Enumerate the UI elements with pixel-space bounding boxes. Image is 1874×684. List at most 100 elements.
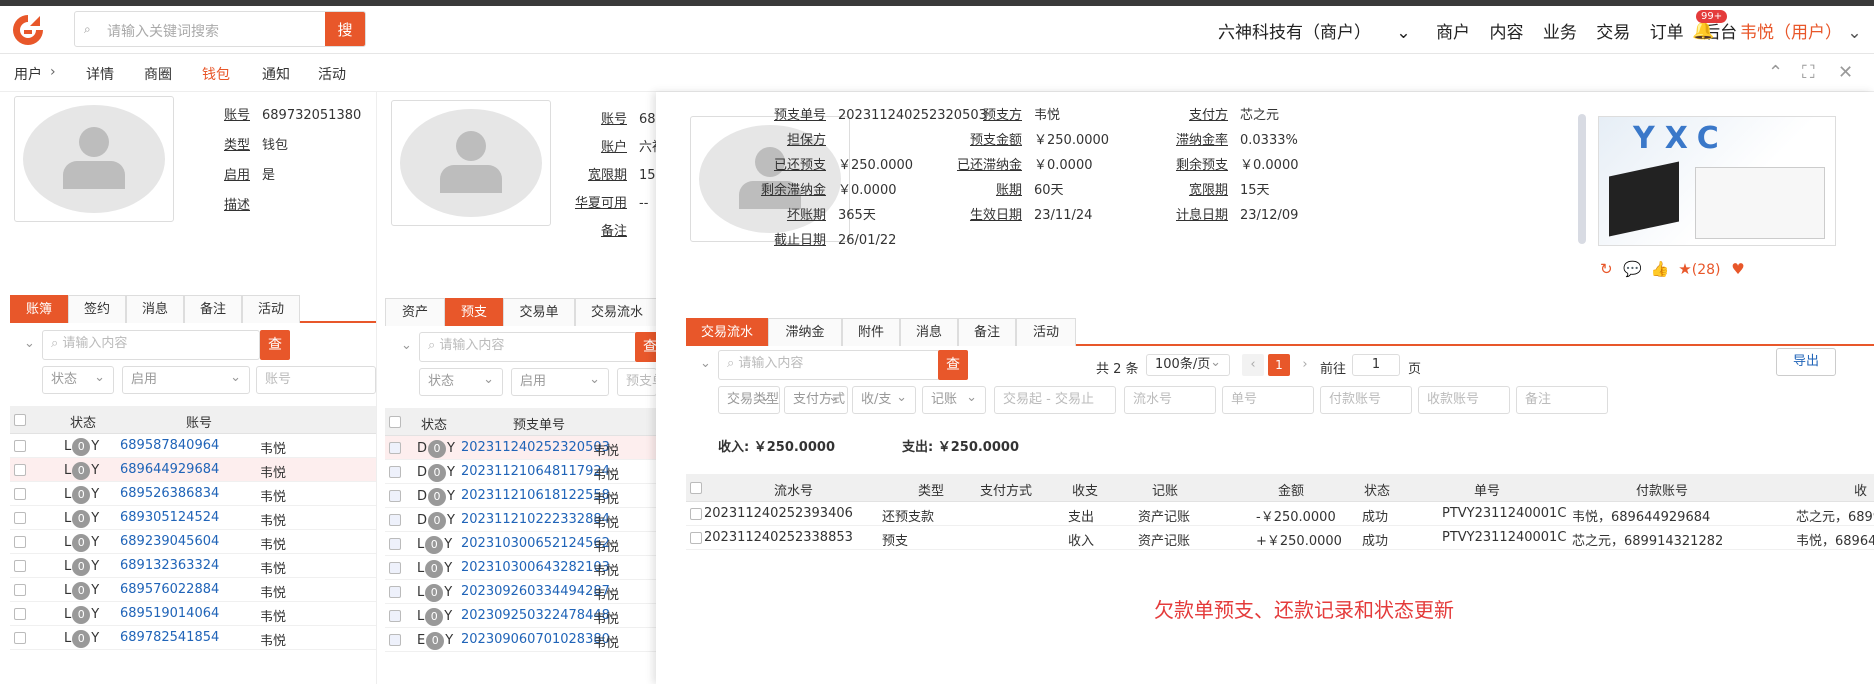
tab-asset[interactable]: 资产	[385, 298, 445, 326]
prev-page-icon[interactable]: ‹	[1242, 354, 1264, 376]
flow-filter-2[interactable]: 收/支	[852, 386, 916, 414]
detail-scrollbar[interactable]	[1578, 114, 1586, 244]
table-row[interactable]: L 0 Y 689519014064 韦悦	[10, 602, 376, 626]
refresh-icon[interactable]: ↻	[1600, 260, 1613, 278]
current-page[interactable]: 1	[1268, 354, 1290, 376]
tab-wallet[interactable]: 钱包	[202, 64, 230, 84]
table-row[interactable]: L 0 Y 689132363324 韦悦	[10, 554, 376, 578]
advance-no-link[interactable]: 202310300643282103	[461, 560, 610, 575]
tab-message[interactable]: 消息	[900, 318, 958, 346]
product-image[interactable]: YXC	[1598, 116, 1836, 246]
select-all-checkbox[interactable]	[690, 482, 702, 494]
table-row[interactable]: L 0 Y 689576022884 韦悦	[10, 578, 376, 602]
comment-icon[interactable]: 💬	[1623, 260, 1642, 278]
table-row[interactable]: D 0 Y 202311210648117924 韦悦	[385, 460, 656, 484]
row-checkbox[interactable]	[14, 608, 26, 620]
advance-search-input[interactable]: ⌕ 请输入内容	[419, 332, 637, 362]
row-checkbox[interactable]	[690, 508, 702, 520]
star-icon[interactable]: ★	[1678, 260, 1691, 278]
close-icon[interactable]: ✕	[1838, 62, 1853, 83]
table-row[interactable]: L 0 Y 689782541854 韦悦	[10, 626, 376, 650]
global-search[interactable]: ⌕ 请输入关键词搜索 搜	[74, 11, 366, 47]
ledger-search-button[interactable]: 查	[260, 330, 290, 360]
row-checkbox[interactable]	[389, 442, 401, 454]
bell-icon[interactable]: 🔔	[1692, 20, 1714, 41]
table-row[interactable]: L 0 Y 202309260334494287 韦悦	[385, 580, 656, 604]
row-checkbox[interactable]	[389, 514, 401, 526]
account-link[interactable]: 689305124524	[120, 510, 219, 525]
page-size-select[interactable]: 100条/页	[1146, 354, 1230, 376]
tab-trade-order[interactable]: 交易单	[503, 298, 575, 326]
table-row[interactable]: L 0 Y 689305124524 韦悦	[10, 506, 376, 530]
tab-late-fee[interactable]: 滞纳金	[768, 318, 842, 346]
filter-enabled[interactable]: 启用	[122, 366, 250, 394]
filter-advance-no[interactable]: 预支单	[617, 368, 656, 396]
nav-content[interactable]: 内容	[1489, 23, 1523, 43]
flow-search-button[interactable]: 查	[938, 350, 968, 380]
breadcrumb-user[interactable]: 用户	[14, 64, 42, 84]
fullscreen-icon[interactable]: ⛶	[1802, 62, 1815, 83]
flow-filter-8[interactable]: 收款账号	[1418, 386, 1510, 414]
filter-status[interactable]: 状态	[419, 368, 503, 396]
brand-logo-icon[interactable]	[10, 12, 46, 48]
account-link[interactable]: 689239045604	[120, 534, 219, 549]
tab-advance[interactable]: 预支	[445, 298, 503, 326]
row-checkbox[interactable]	[14, 512, 26, 524]
expand-chevron-icon[interactable]: ⌄	[401, 338, 412, 353]
row-checkbox[interactable]	[389, 634, 401, 646]
row-checkbox[interactable]	[14, 560, 26, 572]
tab-trade-flow[interactable]: 交易流水	[686, 318, 768, 346]
nav-order[interactable]: 订单	[1650, 23, 1684, 43]
filter-enabled[interactable]: 启用	[511, 368, 609, 396]
account-link[interactable]: 689526386834	[120, 486, 219, 501]
flow-filter-1[interactable]: 支付方式	[784, 386, 848, 414]
filter-status[interactable]: 状态	[42, 366, 114, 394]
tab-activity[interactable]: 活动	[318, 64, 346, 84]
flow-filter-0[interactable]: 交易类型	[718, 386, 780, 414]
account-link[interactable]: 689132363324	[120, 558, 219, 573]
expand-chevron-icon[interactable]: ⌄	[700, 356, 711, 371]
advance-no-link[interactable]: 202309250322478448	[461, 608, 610, 623]
global-search-input[interactable]: 请输入关键词搜索	[107, 21, 219, 41]
table-row[interactable]: D 0 Y 202311240252320503 韦悦	[385, 436, 656, 460]
table-row[interactable]: L 0 Y 202309250322478448 韦悦	[385, 604, 656, 628]
export-button[interactable]: 导出	[1776, 348, 1836, 376]
advance-no-link[interactable]: 202311210648117924	[461, 464, 610, 479]
row-checkbox[interactable]	[690, 532, 702, 544]
select-all-checkbox[interactable]	[14, 414, 26, 426]
tab-attachment[interactable]: 附件	[842, 318, 900, 346]
nav-trade[interactable]: 交易	[1596, 23, 1630, 43]
user-menu[interactable]: 韦悦（用户） ⌄	[1740, 18, 1862, 43]
table-row[interactable]: D 0 Y 202311210618122558 韦悦	[385, 484, 656, 508]
table-row[interactable]: L 0 Y 689526386834 韦悦	[10, 482, 376, 506]
row-checkbox[interactable]	[389, 562, 401, 574]
flow-search-input[interactable]: ⌕ 请输入内容	[718, 350, 940, 380]
row-checkbox[interactable]	[14, 632, 26, 644]
table-row[interactable]: L 0 Y 689239045604 韦悦	[10, 530, 376, 554]
row-checkbox[interactable]	[389, 490, 401, 502]
advance-no-link[interactable]: 202311210222332884	[461, 512, 610, 527]
tab-detail[interactable]: 详情	[86, 64, 114, 84]
flow-filter-7[interactable]: 付款账号	[1320, 386, 1412, 414]
flow-filter-6[interactable]: 单号	[1222, 386, 1314, 414]
row-checkbox[interactable]	[389, 466, 401, 478]
expand-chevron-icon[interactable]: ⌄	[24, 336, 35, 351]
global-search-button[interactable]: 搜	[325, 12, 365, 46]
select-all-checkbox[interactable]	[389, 416, 401, 428]
account-link[interactable]: 689782541854	[120, 630, 219, 645]
table-row[interactable]: L 0 Y 202310300643282103 韦悦	[385, 556, 656, 580]
tab-sign[interactable]: 签约	[68, 295, 126, 323]
tab-activity[interactable]: 活动	[1016, 318, 1076, 346]
ledger-search-input[interactable]: ⌕ 请输入内容	[42, 330, 260, 360]
row-checkbox[interactable]	[389, 586, 401, 598]
flow-filter-3[interactable]: 记账	[922, 386, 986, 414]
advance-no-link[interactable]: 202311210618122558	[461, 488, 610, 503]
advance-no-link[interactable]: 202309260334494287	[461, 584, 610, 599]
advance-no-link[interactable]: 202309060701028380	[461, 632, 610, 647]
table-row[interactable]: L 0 Y 202310300652124562 韦悦	[385, 532, 656, 556]
tab-notice[interactable]: 通知	[262, 64, 290, 84]
tab-remark[interactable]: 备注	[184, 295, 242, 323]
table-row[interactable]: 202311240252393406 还预支款 支出 资产记账 -￥250.0000 成功…	[686, 502, 1874, 526]
row-checkbox[interactable]	[389, 610, 401, 622]
row-checkbox[interactable]	[14, 536, 26, 548]
